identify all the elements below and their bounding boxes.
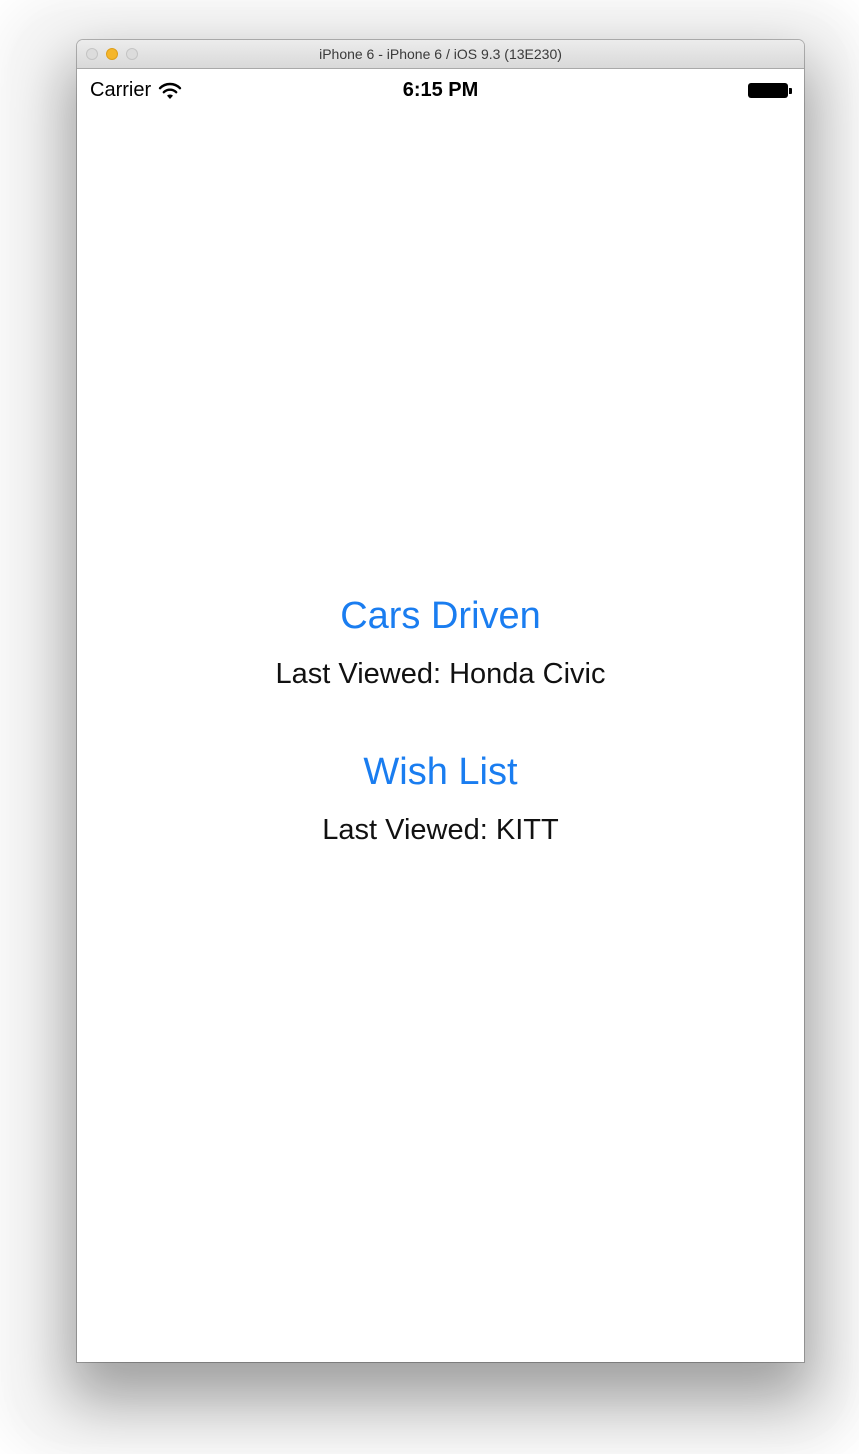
main-content: Cars Driven Last Viewed: Honda Civic Wis…	[77, 40, 804, 1362]
cars-driven-last-viewed: Last Viewed: Honda Civic	[275, 658, 606, 690]
wish-list-button[interactable]: Wish List	[77, 751, 804, 794]
simulator-window: iPhone 6 - iPhone 6 / iOS 9.3 (13E230) C…	[77, 40, 804, 1362]
wish-list-last-viewed: Last Viewed: KITT	[322, 814, 559, 846]
cars-driven-button[interactable]: Cars Driven	[77, 595, 804, 638]
stage: iPhone 6 - iPhone 6 / iOS 9.3 (13E230) C…	[0, 0, 859, 1454]
